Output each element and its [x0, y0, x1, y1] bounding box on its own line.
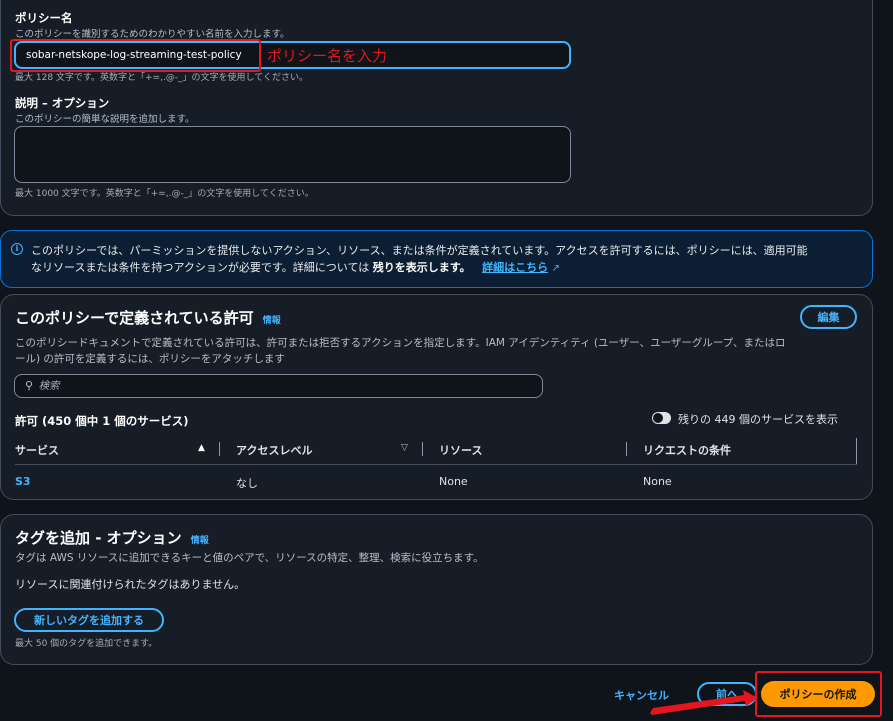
permissions-desc-line1: このポリシードキュメントで定義されている許可は、許可または拒否するアクションを指…	[15, 337, 786, 349]
show-remaining-toggle[interactable]	[652, 412, 671, 424]
info-alert-line2: なリソースまたは条件を持つアクションが必要です。詳細については 残りを表示します…	[31, 259, 560, 275]
toggle-knob	[653, 413, 663, 423]
sort-descending-icon[interactable]: ▽	[401, 443, 408, 453]
column-service[interactable]: サービス	[15, 442, 59, 458]
annotation-arrow-icon	[650, 690, 758, 715]
search-input[interactable]	[36, 379, 521, 393]
column-access-level[interactable]: アクセスレベル	[236, 442, 312, 458]
search-icon: ⚲	[25, 379, 34, 392]
external-link-icon: ↗	[551, 263, 561, 274]
search-box[interactable]: ⚲	[14, 374, 543, 398]
column-separator	[422, 442, 423, 456]
edit-button[interactable]: 編集	[800, 305, 857, 329]
tags-title: タグを追加 - オプション 情報	[15, 527, 209, 548]
description-label: 説明 – オプション	[15, 96, 110, 110]
description-hint: 最大 1000 文字です。英数字と「+=,.@-_」の文字を使用してください。	[15, 189, 314, 199]
info-alert-line1: このポリシーでは、パーミッションを提供しないアクション、リソース、または条件が定…	[31, 244, 808, 257]
tags-empty-message: リソースに関連付けられたタグはありません。	[15, 578, 246, 591]
permissions-heading: このポリシーで定義されている許可	[15, 309, 254, 327]
description-textarea[interactable]	[14, 126, 571, 183]
tags-hint: 最大 50 個のタグを追加できます。	[15, 639, 158, 649]
permissions-info-link[interactable]: 情報	[263, 316, 281, 326]
permissions-title: このポリシーで定義されている許可 情報	[15, 307, 281, 328]
column-separator	[626, 442, 627, 456]
policy-name-hint: 最大 128 文字です。英数字と「+=,.@-_」の文字を使用してください。	[15, 73, 309, 83]
info-alert-line2-text: なリソースまたは条件を持つアクションが必要です。詳細については	[31, 261, 373, 274]
column-request-condition[interactable]: リクエストの条件	[643, 442, 731, 458]
column-separator	[219, 442, 220, 456]
description-helper: このポリシーの簡単な説明を追加します。	[15, 114, 195, 125]
table-row-service[interactable]: S3	[15, 475, 31, 488]
info-alert-bold: 残りを表示します。	[372, 261, 471, 274]
table-header-divider	[15, 464, 857, 465]
permissions-count: 許可 (450 個中 1 個のサービス)	[15, 414, 189, 428]
add-tag-button[interactable]: 新しいタグを追加する	[14, 608, 164, 632]
table-row-condition: None	[643, 475, 672, 488]
show-remaining-label: 残りの 449 個のサービスを表示	[678, 413, 838, 426]
policy-name-label: ポリシー名	[15, 11, 73, 25]
policy-name-description: このポリシーを識別するためのわかりやすい名前を入力します。	[15, 29, 290, 40]
create-policy-button[interactable]: ポリシーの作成	[761, 681, 875, 707]
tags-description: タグは AWS リソースに追加できるキーと値のペアで、リソースの特定、整理、検索…	[15, 552, 484, 564]
table-row-resource: None	[439, 475, 468, 488]
info-icon: i	[11, 243, 23, 255]
learn-more-link[interactable]: 詳細はこちら	[482, 261, 548, 274]
permissions-desc-line2: ール) の許可を定義するには、ポリシーをアタッチします	[15, 353, 285, 365]
tags-heading: タグを追加 - オプション	[15, 529, 182, 547]
column-separator	[856, 438, 857, 464]
annotation-text: ポリシー名を入力	[267, 47, 388, 65]
sort-ascending-icon[interactable]: ▲	[198, 443, 205, 453]
tags-info-link[interactable]: 情報	[191, 536, 209, 546]
table-row-access: なし	[236, 477, 258, 490]
annotation-box	[10, 39, 261, 72]
column-resource[interactable]: リソース	[439, 442, 482, 458]
